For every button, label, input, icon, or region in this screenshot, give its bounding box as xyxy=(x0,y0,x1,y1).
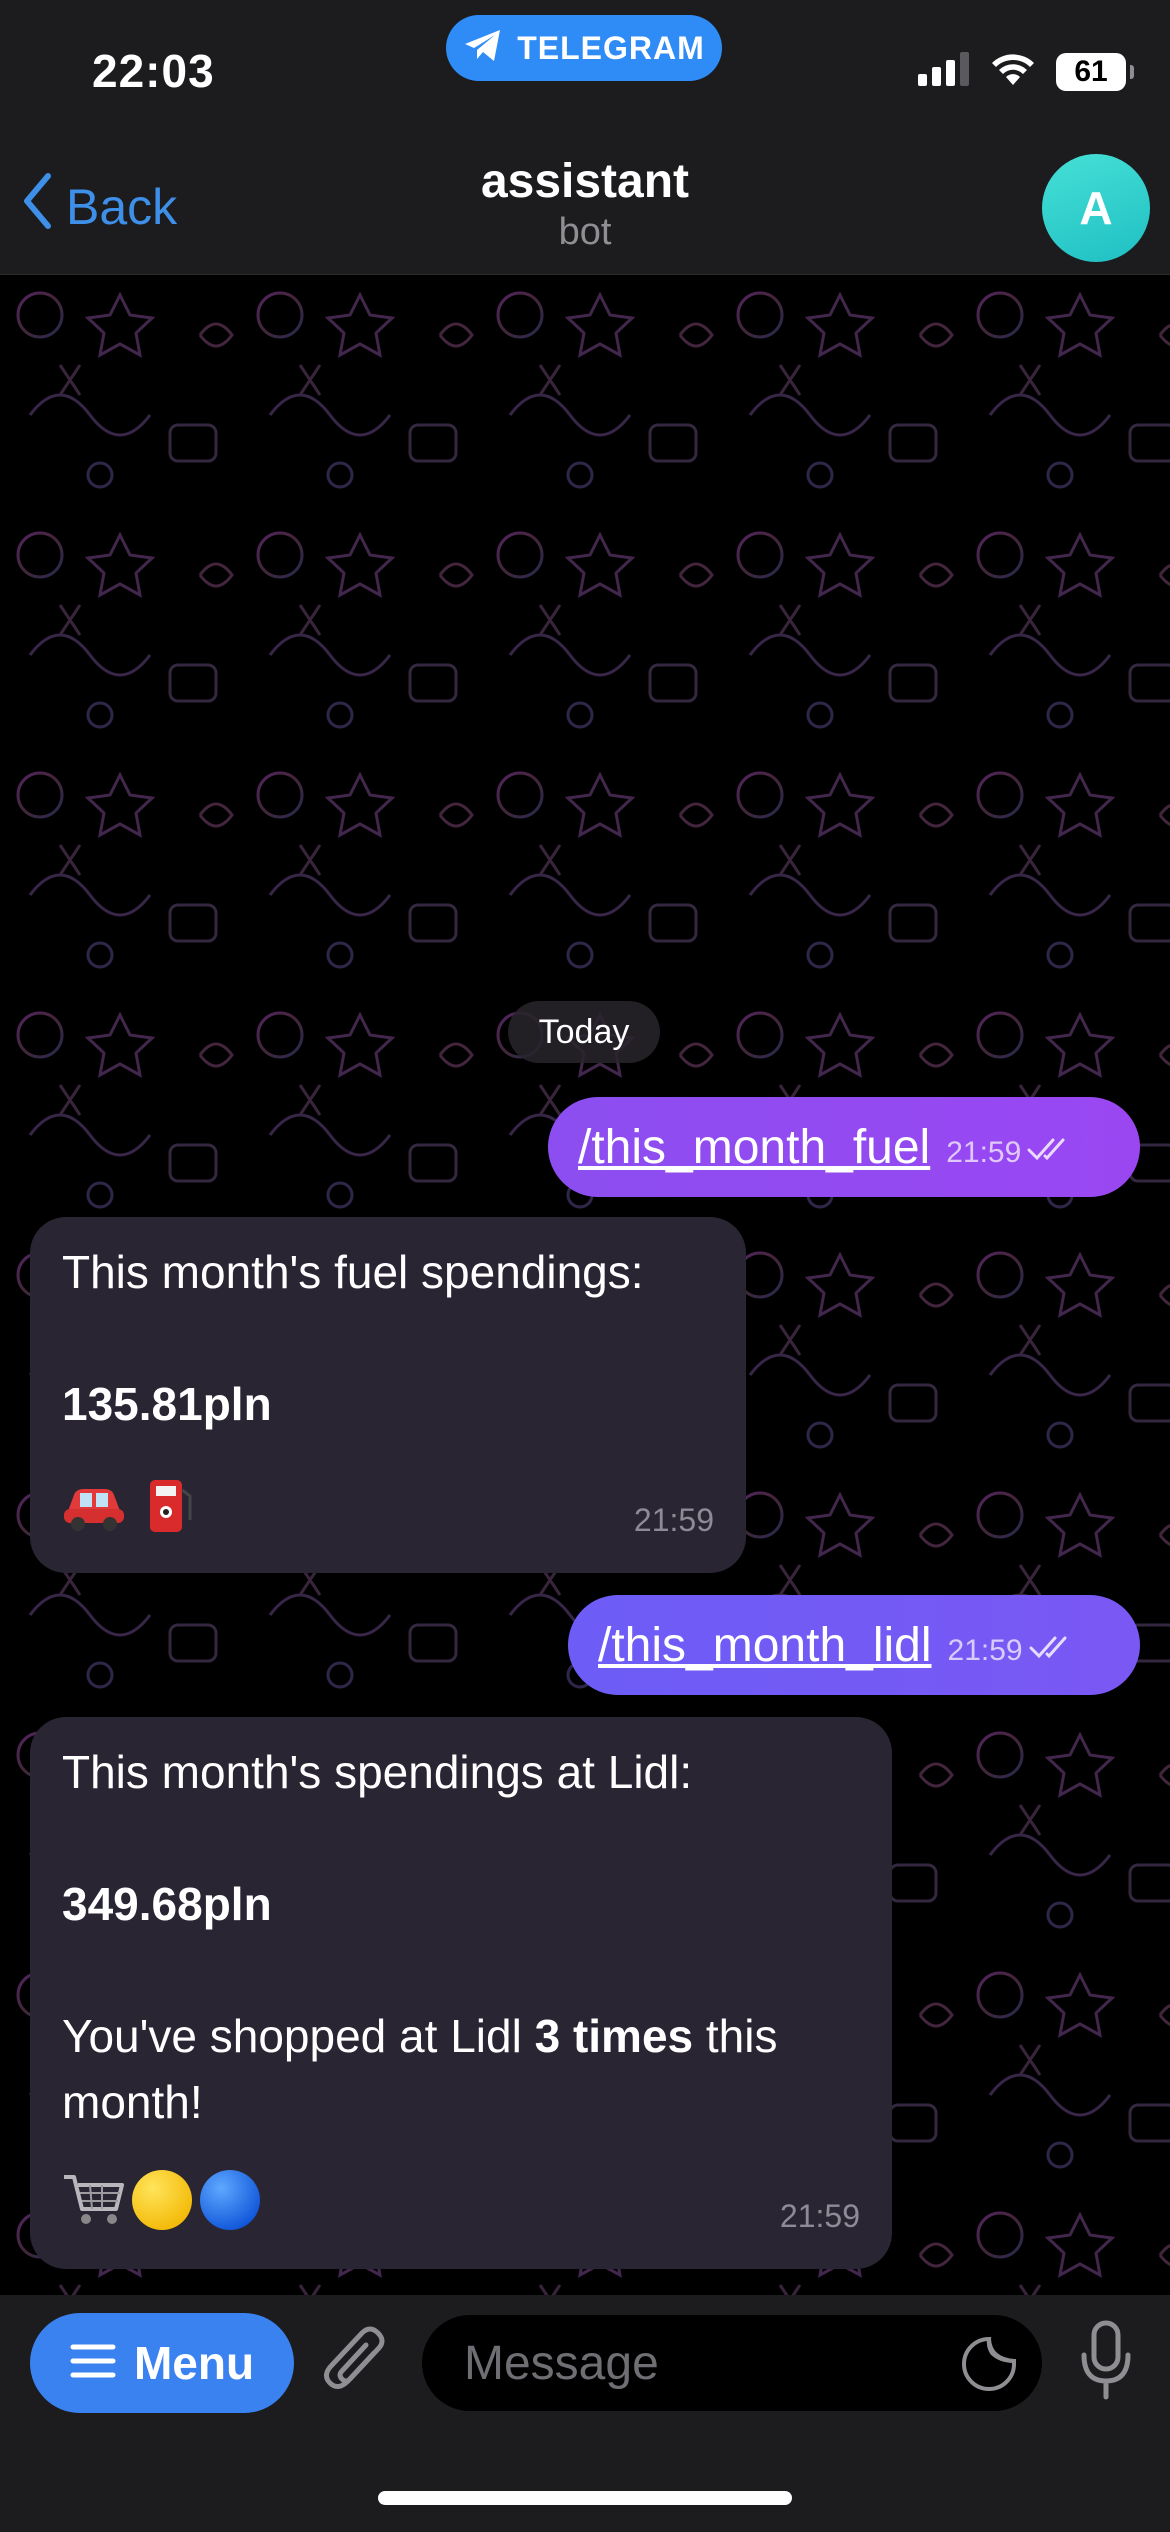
incoming-message[interactable]: This month's spendings at Lidl: 349.68pl… xyxy=(30,1717,892,2269)
chat-subtitle: bot xyxy=(558,211,612,253)
outgoing-message[interactable]: /this_month_fuel 21:59 xyxy=(548,1097,1140,1197)
blue-circle-icon xyxy=(198,2168,262,2249)
avatar[interactable]: A xyxy=(1042,154,1150,262)
telegram-plane-icon xyxy=(463,28,503,69)
yellow-circle-icon xyxy=(130,2168,194,2249)
lidl-amount: 349.68pln xyxy=(62,1878,272,1930)
message-time: 21:59 xyxy=(779,2198,860,2234)
wifi-icon xyxy=(990,52,1036,91)
note-pre: You've shopped at Lidl xyxy=(62,2010,535,2062)
sticker-icon[interactable] xyxy=(960,2335,1018,2398)
note-bold: 3 times xyxy=(534,2010,694,2062)
fuel-pump-icon xyxy=(144,1476,194,1553)
status-bar: 22:03 TELEGRAM 61 xyxy=(0,0,1170,140)
chat-title: assistant xyxy=(480,155,690,208)
message-text: This month's spendings at Lidl: xyxy=(62,1746,693,1798)
shopping-cart-icon xyxy=(62,2171,126,2246)
telegram-pill-label: TELEGRAM xyxy=(517,29,705,66)
menu-button[interactable]: Menu xyxy=(30,2313,294,2413)
paperclip-icon xyxy=(322,2326,392,2407)
cellular-signal-icon xyxy=(918,52,970,91)
attach-button[interactable] xyxy=(322,2323,392,2408)
message-note: You've shopped at Lidl 3 times this mont… xyxy=(62,2003,860,2135)
bot-command-link[interactable]: /this_month_fuel xyxy=(578,1120,930,1175)
emoji-row xyxy=(62,2168,262,2249)
message-time: 21:59 xyxy=(946,1136,1022,1169)
hamburger-icon xyxy=(70,2336,116,2390)
message-meta: 21:59 xyxy=(948,1634,1073,1668)
double-check-icon xyxy=(1027,1136,1071,1170)
message-field[interactable] xyxy=(422,2315,1042,2411)
chat-area[interactable]: Today /this_month_fuel 21:59 This month'… xyxy=(0,275,1170,2295)
chat-header: Back assistant bot A xyxy=(0,140,1170,275)
home-indicator[interactable] xyxy=(378,2491,792,2505)
message-meta: 21:59 xyxy=(946,1136,1071,1170)
message-time: 21:59 xyxy=(947,1634,1023,1667)
message-text: This month's fuel spendings: xyxy=(62,1246,644,1298)
fuel-amount: 135.81pln xyxy=(62,1378,272,1430)
incoming-message[interactable]: This month's fuel spendings: 135.81pln 2… xyxy=(30,1217,746,1573)
date-chip: Today xyxy=(508,1001,660,1063)
bot-command-link[interactable]: /this_month_lidl xyxy=(598,1618,932,1673)
menu-label: Menu xyxy=(133,2337,255,2389)
car-icon xyxy=(62,1481,126,1548)
message-input[interactable] xyxy=(462,2334,926,2392)
chat-title-block[interactable]: assistant bot xyxy=(0,154,1170,254)
telegram-pill[interactable]: TELEGRAM xyxy=(446,15,722,81)
status-icons: 61 xyxy=(918,52,1134,91)
microphone-icon xyxy=(1078,2320,1134,2407)
microphone-button[interactable] xyxy=(1078,2319,1134,2408)
outgoing-message[interactable]: /this_month_lidl 21:59 xyxy=(568,1595,1140,1695)
message-time: 21:59 xyxy=(633,1502,714,1538)
battery-icon: 61 xyxy=(1056,52,1134,91)
status-time: 22:03 xyxy=(92,45,215,97)
double-check-icon xyxy=(1029,1634,1073,1668)
emoji-row xyxy=(62,1476,194,1553)
